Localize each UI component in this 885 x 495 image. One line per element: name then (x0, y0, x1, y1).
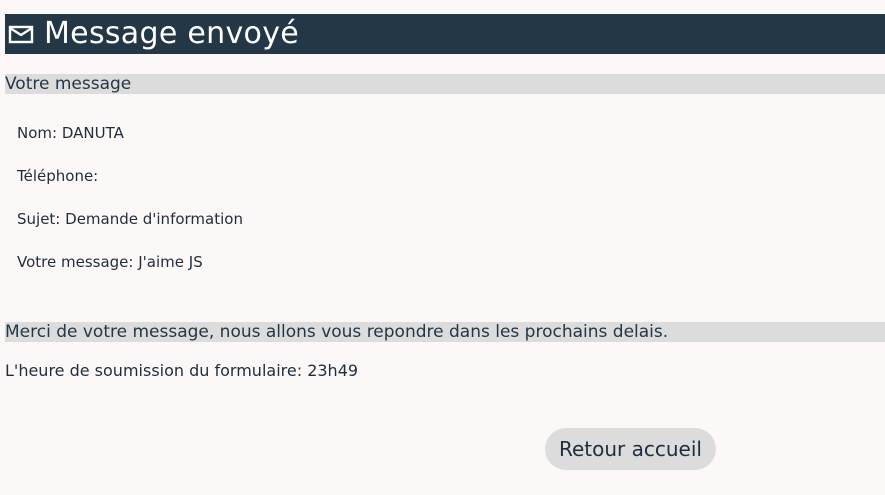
field-nom: Nom: DANUTA (17, 124, 124, 142)
field-label: Nom: (17, 124, 58, 142)
page-title: Message envoyé (44, 16, 300, 51)
field-label: Téléphone: (17, 167, 99, 185)
field-telephone: Téléphone: (17, 167, 98, 185)
field-value: DANUTA (61, 124, 124, 142)
field-value: J'aime JS (138, 253, 203, 271)
submit-time: L'heure de soumission du formulaire: 23h… (5, 361, 358, 380)
section-heading-message: Votre message (5, 74, 885, 94)
confirmation-message: Merci de votre message, nous allons vous… (5, 322, 885, 342)
envelope-icon (7, 14, 35, 54)
submit-time-value: 23h49 (307, 361, 359, 380)
field-label: Votre message: (17, 253, 134, 271)
submit-time-label: L'heure de soumission du formulaire: (5, 361, 303, 380)
page-header: Message envoyé (5, 14, 885, 54)
home-button[interactable]: Retour accueil (545, 428, 716, 470)
field-value: Demande d'information (65, 210, 243, 228)
field-message: Votre message: J'aime JS (17, 253, 203, 271)
field-sujet: Sujet: Demande d'information (17, 210, 243, 228)
field-label: Sujet: (17, 210, 61, 228)
